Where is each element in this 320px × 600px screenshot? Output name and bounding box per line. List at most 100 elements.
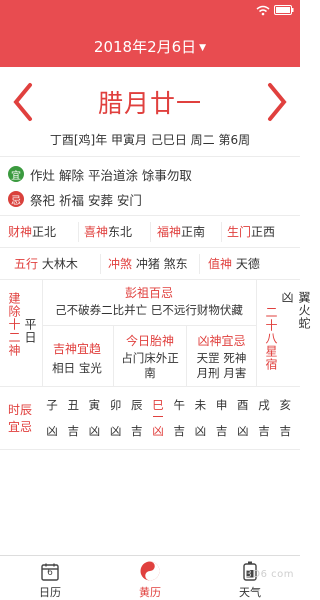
- hour-branch: 亥: [279, 398, 291, 412]
- divider: [100, 254, 101, 274]
- jianchu-label: 建除十二神: [7, 292, 21, 357]
- battery-icon: [274, 5, 294, 15]
- hour-luck: 吉: [131, 424, 143, 438]
- fushen-cell: 福神正南: [157, 220, 205, 244]
- divider: [42, 325, 256, 326]
- fushen-label: 福神: [157, 225, 182, 239]
- watermark-logo: 3D6 com: [245, 569, 294, 580]
- hour-luck: 吉: [258, 424, 270, 438]
- hour-luck: 吉: [215, 424, 228, 438]
- divider: [256, 280, 257, 386]
- hours-row: 时辰宜忌 子凶丑吉寅凶卯凶辰吉巳凶午吉未凶申吉酉凶戌吉亥吉: [0, 392, 300, 447]
- ji-badge: 忌: [8, 191, 24, 207]
- hour-luck: 凶: [237, 424, 249, 438]
- xishen-cell: 喜神东北: [84, 220, 132, 244]
- yi-badge: 宜: [8, 166, 24, 182]
- jishen-value: 相日 宝光: [52, 361, 102, 375]
- shengmen-cell: 生门正西: [227, 220, 275, 244]
- taishen-label: 今日胎神: [125, 334, 174, 348]
- caishen-value: 正北: [32, 225, 57, 239]
- tab-almanac[interactable]: 黄历: [100, 556, 200, 600]
- zhishen-value: 天德: [235, 257, 260, 271]
- date-picker[interactable]: 2018年2月6日 ▼: [0, 36, 300, 57]
- hour-branch: 丑: [67, 398, 79, 412]
- wuxing-cell: 五行 大林木: [14, 252, 78, 276]
- hour-branch: 巳: [152, 398, 164, 412]
- yi-text: 作灶 解除 平治道涂 馀事勿取: [30, 167, 192, 183]
- zhishen-cell: 值神 天德: [208, 252, 260, 276]
- tab-bar: 6 日历 黄历 天气 3D6 com: [0, 555, 300, 600]
- hour-luck: 凶: [46, 424, 58, 438]
- divider: [0, 247, 300, 248]
- divider: [0, 215, 300, 216]
- hour-branch: 卯: [109, 398, 122, 412]
- hour-branch: 申: [215, 398, 228, 412]
- wuxing-label: 五行: [14, 257, 39, 271]
- tab-weather-label: 天气: [239, 586, 261, 599]
- hour-luck: 凶: [152, 424, 164, 438]
- caishen-label: 财神: [8, 225, 33, 239]
- current-hour-marker: [153, 416, 163, 417]
- dropdown-caret-icon: ▼: [199, 43, 207, 53]
- hour-branch: 寅: [88, 398, 101, 412]
- wuxing-value: 大林木: [41, 257, 78, 271]
- chevron-right-icon[interactable]: [262, 82, 292, 122]
- zhishen-label: 值神: [208, 257, 233, 271]
- lunar-date: 腊月廿一: [97, 89, 202, 118]
- ganzhi-info: 丁酉[鸡]年 甲寅月 己巳日 周二 第6周: [49, 133, 251, 147]
- hour-luck: 吉: [67, 424, 79, 438]
- hour-luck: 凶: [109, 424, 122, 438]
- lunar-date-row: 腊月廿一: [0, 74, 300, 128]
- tab-almanac-label: 黄历: [139, 586, 161, 599]
- divider: [0, 449, 300, 450]
- divider: [0, 156, 300, 157]
- tab-calendar-label: 日历: [39, 586, 61, 599]
- hours-label: 时辰宜忌: [8, 403, 33, 434]
- divider: [0, 386, 300, 387]
- divider: [221, 222, 222, 242]
- status-bar: [256, 3, 294, 17]
- calendar-day-number: 6: [47, 568, 53, 578]
- gods-row-elements: 五行 大林木 冲煞 冲猪 煞东 值神 天德: [0, 252, 300, 276]
- hour-branch: 辰: [131, 398, 143, 412]
- ji-text: 祭祀 祈福 安葬 安门: [30, 192, 142, 208]
- caishen-cell: 财神正北: [8, 220, 56, 244]
- chongsha-label: 冲煞: [108, 257, 133, 271]
- ji-row: 忌 祭祀 祈福 安葬 安门: [8, 189, 142, 209]
- hour-branch: 子: [46, 398, 58, 412]
- xiongshen-label: 凶神宜忌: [197, 334, 246, 348]
- jishen-label: 吉神宜趋: [52, 342, 101, 356]
- chongsha-value: 冲猪 煞东: [135, 257, 188, 271]
- yin-yang-icon: [140, 561, 160, 581]
- hour-branch: 未: [194, 398, 207, 412]
- xingsu-label: 二十八星宿: [264, 306, 278, 371]
- divider: [0, 279, 300, 280]
- taishen-value: 占门床外正南: [121, 351, 179, 380]
- shengmen-value: 正西: [251, 225, 276, 239]
- hour-branch: 午: [173, 398, 185, 412]
- jianchu-value: 平日: [23, 318, 37, 344]
- divider: [78, 222, 79, 242]
- shengmen-label: 生门: [227, 225, 252, 239]
- divider: [199, 254, 200, 274]
- hour-luck: 吉: [279, 424, 291, 438]
- pengzu-label: 彭祖百忌: [124, 286, 173, 300]
- yi-row: 宜 作灶 解除 平治道涂 馀事勿取: [8, 164, 192, 184]
- wifi-icon: [256, 5, 270, 15]
- xiongshen-value: 天罡 死神 月刑 月害: [196, 351, 247, 380]
- hour-luck: 凶: [88, 424, 101, 438]
- xishen-label: 喜神: [84, 225, 109, 239]
- divider: [150, 222, 151, 242]
- xingsu-value: 翼火蛇凶: [280, 291, 311, 330]
- fushen-value: 正南: [181, 225, 206, 239]
- tab-calendar[interactable]: 6 日历: [0, 556, 100, 600]
- xishen-value: 东北: [108, 225, 133, 239]
- pengzu-value: 己不破券二比并亡 巳不远行财物伏藏: [55, 303, 243, 317]
- hour-luck: 凶: [194, 424, 207, 438]
- date-title: 2018年2月6日: [93, 38, 197, 56]
- hour-branch: 戌: [258, 398, 270, 412]
- hour-branch: 酉: [237, 398, 249, 412]
- header-bar: 2018年2月6日 ▼: [0, 0, 300, 67]
- chongsha-cell: 冲煞 冲猪 煞东: [108, 252, 188, 276]
- hour-luck: 吉: [173, 424, 185, 438]
